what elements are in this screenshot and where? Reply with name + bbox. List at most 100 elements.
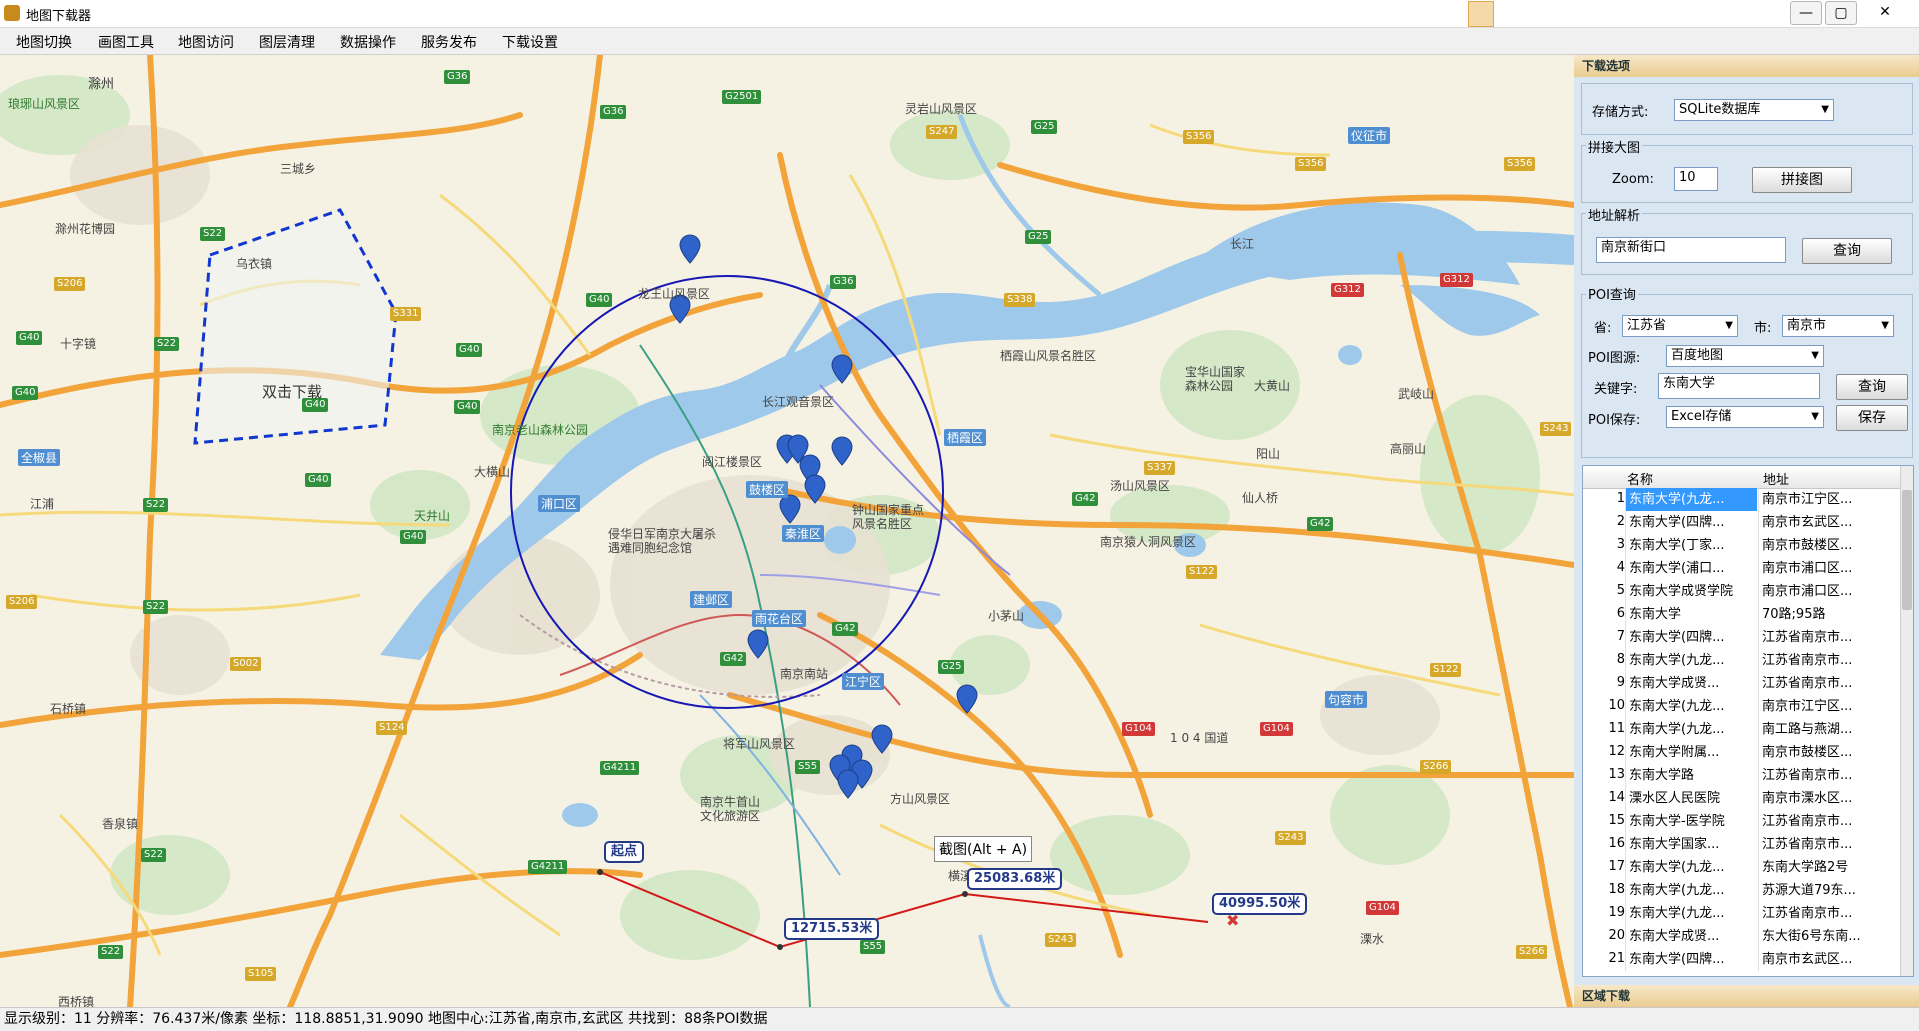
table-row[interactable]: 14 溧水区人民医院 南京市溧水区... <box>1583 787 1901 810</box>
cell-address[interactable]: 南京市江宁区... <box>1758 488 1901 511</box>
cell-name[interactable]: 东南大学(九龙... <box>1625 856 1757 879</box>
menu-service-publish[interactable]: 服务发布 <box>421 32 477 52</box>
province-select[interactable]: 江苏省 ▼ <box>1622 315 1738 337</box>
cell-address[interactable]: 江苏省南京市... <box>1758 764 1901 787</box>
cell-address[interactable]: 70路;95路 <box>1758 603 1901 626</box>
storage-select[interactable]: SQLite数据库 ▼ <box>1674 99 1834 121</box>
table-row[interactable]: 1 东南大学(九龙... 南京市江宁区... <box>1583 488 1901 511</box>
geocode-input[interactable]: 南京新街口 <box>1596 237 1786 263</box>
label-shizijing: 十字镜 <box>60 337 97 351</box>
cell-address[interactable]: 东大街6号东南... <box>1758 925 1901 948</box>
table-row[interactable]: 20 东南大学成贤... 东大街6号东南... <box>1583 925 1901 948</box>
menu-draw-tools[interactable]: 画图工具 <box>98 32 154 52</box>
cell-name[interactable]: 东南大学(九龙... <box>1625 879 1757 902</box>
cell-address[interactable]: 南京市浦口区... <box>1758 580 1901 603</box>
column-address-header[interactable]: 地址 <box>1763 469 1789 488</box>
table-row[interactable]: 9 东南大学成贤... 江苏省南京市... <box>1583 672 1901 695</box>
badge-g42c: G42 <box>720 652 747 666</box>
double-click-download-label[interactable]: 双击下载 <box>262 381 322 402</box>
table-row[interactable]: 17 东南大学(九龙... 东南大学路2号 <box>1583 856 1901 879</box>
province-label: 省: <box>1594 321 1612 336</box>
cell-address[interactable]: 东南大学路2号 <box>1758 856 1901 879</box>
table-row[interactable]: 15 东南大学-医学院 江苏省南京市... <box>1583 810 1901 833</box>
cell-name[interactable]: 东南大学国家... <box>1625 833 1757 856</box>
cell-address[interactable]: 苏源大道79东... <box>1758 879 1901 902</box>
cell-address[interactable]: 南京市浦口区... <box>1758 557 1901 580</box>
maximize-button[interactable]: ▢ <box>1825 1 1857 25</box>
geocode-query-button[interactable]: 查询 <box>1802 238 1892 264</box>
poi-table[interactable]: 名称 地址 1 东南大学(九龙... 南京市江宁区... 2 东南大学(四牌... 南京市… <box>1582 465 1914 977</box>
badge-g4211b: G4211 <box>528 860 568 874</box>
poi-source-select[interactable]: 百度地图 ▼ <box>1666 345 1824 367</box>
cell-address[interactable]: 江苏省南京市... <box>1758 902 1901 925</box>
cell-address[interactable]: 江苏省南京市... <box>1758 626 1901 649</box>
table-scrollbar[interactable] <box>1900 466 1913 976</box>
cell-address[interactable]: 南京市鼓楼区... <box>1758 534 1901 557</box>
table-row[interactable]: 3 东南大学(丁家... 南京市鼓楼区... <box>1583 534 1901 557</box>
cell-name[interactable]: 东南大学(九龙... <box>1625 488 1757 511</box>
table-row[interactable]: 4 东南大学(浦口... 南京市浦口区... <box>1583 557 1901 580</box>
minimize-button[interactable]: — <box>1790 1 1822 25</box>
pin-icon[interactable] <box>1468 1 1494 27</box>
map-canvas[interactable]: ✖ 滁州 琅琊山风景区 滁州花博园 三城乡 乌衣镇 十字镜 南京老山森林公园 大… <box>0 55 1575 1007</box>
column-name-header[interactable]: 名称 <box>1627 469 1653 488</box>
cell-name[interactable]: 东南大学(九龙... <box>1625 695 1757 718</box>
table-row[interactable]: 21 东南大学(四牌... 南京市玄武区... <box>1583 948 1901 971</box>
cell-address[interactable]: 南工路与燕湖... <box>1758 718 1901 741</box>
cell-address[interactable]: 南京市江宁区... <box>1758 695 1901 718</box>
table-row[interactable]: 8 东南大学(九龙... 江苏省南京市... <box>1583 649 1901 672</box>
table-row[interactable]: 12 东南大学附属... 南京市鼓楼区... <box>1583 741 1901 764</box>
cell-name[interactable]: 东南大学(丁家... <box>1625 534 1757 557</box>
menu-data-ops[interactable]: 数据操作 <box>340 32 396 52</box>
table-row[interactable]: 13 东南大学路 江苏省南京市... <box>1583 764 1901 787</box>
table-row[interactable]: 11 东南大学(九龙... 南工路与燕湖... <box>1583 718 1901 741</box>
cell-address[interactable]: 南京市溧水区... <box>1758 787 1901 810</box>
cell-name[interactable]: 东南大学(四牌... <box>1625 948 1757 971</box>
keyword-input[interactable]: 东南大学 <box>1658 373 1820 399</box>
poi-save-select[interactable]: Excel存储 ▼ <box>1666 406 1824 428</box>
menu-map-switch[interactable]: 地图切换 <box>16 32 72 52</box>
table-row[interactable]: 19 东南大学(九龙... 江苏省南京市... <box>1583 902 1901 925</box>
poi-query-button[interactable]: 查询 <box>1836 374 1908 400</box>
table-row[interactable]: 16 东南大学国家... 江苏省南京市... <box>1583 833 1901 856</box>
cell-name[interactable]: 东南大学(四牌... <box>1625 626 1757 649</box>
cell-address[interactable]: 江苏省南京市... <box>1758 833 1901 856</box>
table-row[interactable]: 18 东南大学(九龙... 苏源大道79东... <box>1583 879 1901 902</box>
poi-save-button[interactable]: 保存 <box>1836 405 1908 431</box>
table-row[interactable]: 2 东南大学(四牌... 南京市玄武区... <box>1583 511 1901 534</box>
cell-name[interactable]: 东南大学成贤... <box>1625 672 1757 695</box>
cell-name[interactable]: 溧水区人民医院 <box>1625 787 1757 810</box>
menu-layer-clean[interactable]: 图层清理 <box>259 32 315 52</box>
badge-g25c: G25 <box>938 660 965 674</box>
menu-map-access[interactable]: 地图访问 <box>178 32 234 52</box>
region-download-footer[interactable]: 区域下载 <box>1574 985 1919 1007</box>
cell-name[interactable]: 东南大学成贤... <box>1625 925 1757 948</box>
cell-name[interactable]: 东南大学(九龙... <box>1625 649 1757 672</box>
cell-address[interactable]: 江苏省南京市... <box>1758 810 1901 833</box>
table-row[interactable]: 6 东南大学 70路;95路 <box>1583 603 1901 626</box>
mosaic-button[interactable]: 拼接图 <box>1752 167 1852 193</box>
table-row[interactable]: 7 东南大学(四牌... 江苏省南京市... <box>1583 626 1901 649</box>
badge-g104: G104 <box>1122 722 1155 736</box>
cell-address[interactable]: 南京市鼓楼区... <box>1758 741 1901 764</box>
zoom-input[interactable]: 10 <box>1674 167 1718 191</box>
cell-name[interactable]: 东南大学 <box>1625 603 1757 626</box>
cell-name[interactable]: 东南大学路 <box>1625 764 1757 787</box>
cell-address[interactable]: 江苏省南京市... <box>1758 672 1901 695</box>
cell-name[interactable]: 东南大学(九龙... <box>1625 902 1757 925</box>
cell-name[interactable]: 东南大学(浦口... <box>1625 557 1757 580</box>
cell-name[interactable]: 东南大学附属... <box>1625 741 1757 764</box>
menu-download-settings[interactable]: 下载设置 <box>502 32 558 52</box>
cell-name[interactable]: 东南大学成贤学院 <box>1625 580 1757 603</box>
cell-name[interactable]: 东南大学(九龙... <box>1625 718 1757 741</box>
cell-address[interactable]: 南京市玄武区... <box>1758 511 1901 534</box>
close-button[interactable]: ✕ <box>1870 1 1900 23</box>
cell-name[interactable]: 东南大学-医学院 <box>1625 810 1757 833</box>
cell-name[interactable]: 东南大学(四牌... <box>1625 511 1757 534</box>
cell-address[interactable]: 南京市玄武区... <box>1758 948 1901 971</box>
table-row[interactable]: 10 东南大学(九龙... 南京市江宁区... <box>1583 695 1901 718</box>
scrollbar-thumb[interactable] <box>1902 490 1912 610</box>
city-select[interactable]: 南京市 ▼ <box>1782 315 1894 337</box>
cell-address[interactable]: 江苏省南京市... <box>1758 649 1901 672</box>
table-row[interactable]: 5 东南大学成贤学院 南京市浦口区... <box>1583 580 1901 603</box>
